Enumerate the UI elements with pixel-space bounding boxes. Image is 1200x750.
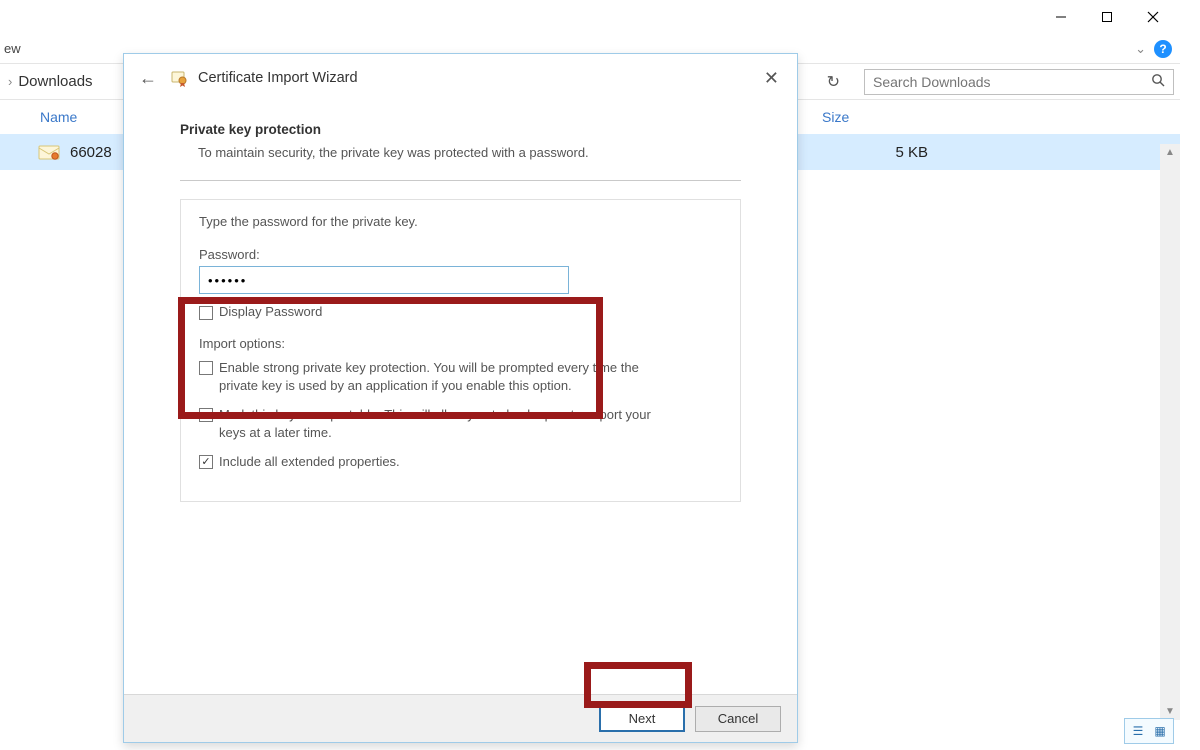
exportable-label: Mark this key as exportable. This will a… xyxy=(219,406,679,441)
vertical-scrollbar[interactable]: ▲ ▼ xyxy=(1160,144,1180,720)
help-icon[interactable]: ? xyxy=(1154,40,1172,58)
minimize-button[interactable] xyxy=(1038,2,1084,32)
password-input[interactable] xyxy=(199,266,569,294)
column-size[interactable]: Size xyxy=(822,109,962,125)
back-button[interactable]: ← xyxy=(136,68,160,89)
next-button[interactable]: Next xyxy=(599,706,685,732)
view-switcher: ☰ ▦ xyxy=(1124,718,1174,744)
ribbon-tab-view[interactable]: ew xyxy=(4,41,21,56)
wizard-footer: Next Cancel xyxy=(124,694,797,742)
certificate-icon xyxy=(170,69,188,87)
large-icons-view-icon[interactable]: ▦ xyxy=(1150,722,1170,740)
cancel-button[interactable]: Cancel xyxy=(695,706,781,732)
breadcrumb[interactable]: › Downloads xyxy=(6,73,93,90)
option-strong-protection[interactable]: Enable strong private key protection. Yo… xyxy=(199,359,722,394)
file-size: 5 KB xyxy=(818,144,958,161)
certificate-file-icon xyxy=(36,141,62,163)
search-icon[interactable] xyxy=(1143,73,1173,90)
refresh-button[interactable]: ↻ xyxy=(821,70,846,94)
wizard-inner-panel: Type the password for the private key. P… xyxy=(180,199,741,502)
option-extended-properties[interactable]: Include all extended properties. xyxy=(199,453,722,471)
password-label: Password: xyxy=(199,247,722,262)
chevron-right-icon: › xyxy=(8,74,12,89)
option-exportable[interactable]: Mark this key as exportable. This will a… xyxy=(199,406,722,441)
wizard-titlebar: ← Certificate Import Wizard ✕ xyxy=(124,54,797,102)
import-options-label: Import options: xyxy=(199,336,722,351)
close-icon[interactable]: ✕ xyxy=(758,68,785,89)
window-titlebar xyxy=(0,0,1180,34)
divider xyxy=(180,180,741,181)
wizard-body: Private key protection To maintain secur… xyxy=(124,102,797,502)
strong-protection-label: Enable strong private key protection. Yo… xyxy=(219,359,679,394)
extended-properties-label: Include all extended properties. xyxy=(219,453,400,471)
extended-properties-checkbox[interactable] xyxy=(199,455,213,469)
close-button[interactable] xyxy=(1130,2,1176,32)
chevron-down-icon[interactable]: ⌄ xyxy=(1135,41,1146,57)
search-input[interactable] xyxy=(865,74,1143,90)
display-password-checkbox[interactable] xyxy=(199,306,213,320)
section-title: Private key protection xyxy=(180,122,741,137)
display-password-row[interactable]: Display Password xyxy=(199,304,722,320)
password-instruction: Type the password for the private key. xyxy=(199,214,722,229)
details-view-icon[interactable]: ☰ xyxy=(1128,722,1148,740)
exportable-checkbox[interactable] xyxy=(199,408,213,422)
display-password-label: Display Password xyxy=(219,304,322,319)
certificate-import-wizard-dialog: ← Certificate Import Wizard ✕ Private ke… xyxy=(123,53,798,743)
search-box[interactable] xyxy=(864,69,1174,95)
breadcrumb-item[interactable]: Downloads xyxy=(18,73,92,90)
wizard-title: Certificate Import Wizard xyxy=(198,70,358,86)
scroll-up-icon[interactable]: ▲ xyxy=(1165,144,1175,161)
strong-protection-checkbox[interactable] xyxy=(199,361,213,375)
maximize-button[interactable] xyxy=(1084,2,1130,32)
section-subtitle: To maintain security, the private key wa… xyxy=(180,145,741,160)
